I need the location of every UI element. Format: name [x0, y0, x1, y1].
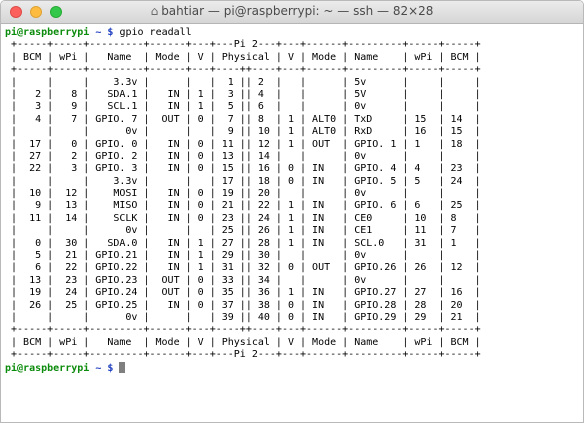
table-row: | 5 | 21 | GPIO.21 | IN | 1 | 29 || 30 |… [5, 250, 481, 262]
table-row: | 4 | 7 | GPIO. 7 | OUT | 0 | 7 || 8 | 1… [5, 113, 481, 125]
table-row: | | | 3.3v | | | 17 || 18 | 0 | IN | GPI… [5, 175, 481, 187]
window-title-container: ⌂ bahtiar — pi@raspberrypi: ~ — ssh — 82×… [1, 4, 583, 18]
house-icon: ⌂ [150, 4, 159, 18]
table-footer-row: | BCM | wPi | Name | Mode | V | Physical… [5, 336, 481, 348]
active-prompt-line: pi@raspberrypi ~ $ [5, 361, 583, 374]
prompt-symbol: $ [107, 362, 114, 374]
table-row: | 2 | 8 | SDA.1 | IN | 1 | 3 || 4 | | | … [5, 88, 481, 100]
title-bar[interactable]: ⌂ bahtiar — pi@raspberrypi: ~ — ssh — 82×… [1, 1, 583, 24]
command-line: pi@raspberrypi ~ $ gpio readall [5, 27, 583, 39]
terminal-window: ⌂ bahtiar — pi@raspberrypi: ~ — ssh — 82×… [0, 0, 584, 423]
table-row: | 26 | 25 | GPIO.25 | IN | 0 | 37 || 38 … [5, 299, 481, 311]
table-row: | 0 | 30 | SDA.0 | IN | 1 | 27 || 28 | 1… [5, 237, 481, 249]
table-row: | 13 | 23 | GPIO.23 | OUT | 0 | 33 || 34… [5, 274, 481, 286]
table-top-border: +-----+-----+---------+------+---+---Pi … [5, 39, 481, 51]
table-row: | 27 | 2 | GPIO. 2 | IN | 0 | 13 || 14 |… [5, 150, 481, 162]
window-title: bahtiar — pi@raspberrypi: ~ — ssh — 82×2… [161, 4, 434, 18]
table-row: | 10 | 12 | MOSI | IN | 0 | 19 || 20 | |… [5, 188, 481, 200]
table-row: | 19 | 24 | GPIO.24 | OUT | 0 | 35 || 36… [5, 287, 481, 299]
table-row: | 17 | 0 | GPIO. 0 | IN | 0 | 11 || 12 |… [5, 138, 481, 150]
terminal-output[interactable]: pi@raspberrypi ~ $ gpio readall +-----+-… [1, 24, 583, 374]
prompt-user: pi@raspberrypi [5, 27, 90, 38]
table-bottom-border: +-----+-----+---------+------+---+---Pi … [5, 349, 481, 361]
table-row: | 9 | 13 | MISO | IN | 0 | 21 || 22 | 1 … [5, 200, 481, 212]
text-cursor[interactable] [119, 361, 126, 373]
prompt-symbol: $ [107, 27, 114, 38]
table-header-separator: +-----+-----+---------+------+---+----++… [5, 64, 481, 76]
prompt-path: ~ [95, 362, 102, 374]
table-row: | | | 0v | | | 9 || 10 | 1 | ALT0 | RxD … [5, 126, 481, 138]
table-row: | 22 | 3 | GPIO. 3 | IN | 0 | 15 || 16 |… [5, 163, 481, 175]
table-row: | 6 | 22 | GPIO.22 | IN | 1 | 31 || 32 |… [5, 262, 481, 274]
table-row: | | | 3.3v | | | 1 || 2 | | | 5v | | | [5, 76, 481, 88]
prompt-path: ~ [95, 27, 102, 38]
table-row: | 11 | 14 | SCLK | IN | 0 | 23 || 24 | 1… [5, 212, 481, 224]
table-row: | | | 0v | | | 39 || 40 | 0 | IN | GPIO.… [5, 311, 481, 323]
table-header-row: | BCM | wPi | Name | Mode | V | Physical… [5, 51, 481, 63]
table-row: | | | 0v | | | 25 || 26 | 1 | IN | CE1 |… [5, 225, 481, 237]
prompt-user: pi@raspberrypi [5, 362, 90, 374]
table-row: | 3 | 9 | SCL.1 | IN | 1 | 5 || 6 | | | … [5, 101, 481, 113]
command-text: gpio readall [119, 27, 192, 38]
table-footer-separator: +-----+-----+---------+------+---+----++… [5, 324, 481, 336]
